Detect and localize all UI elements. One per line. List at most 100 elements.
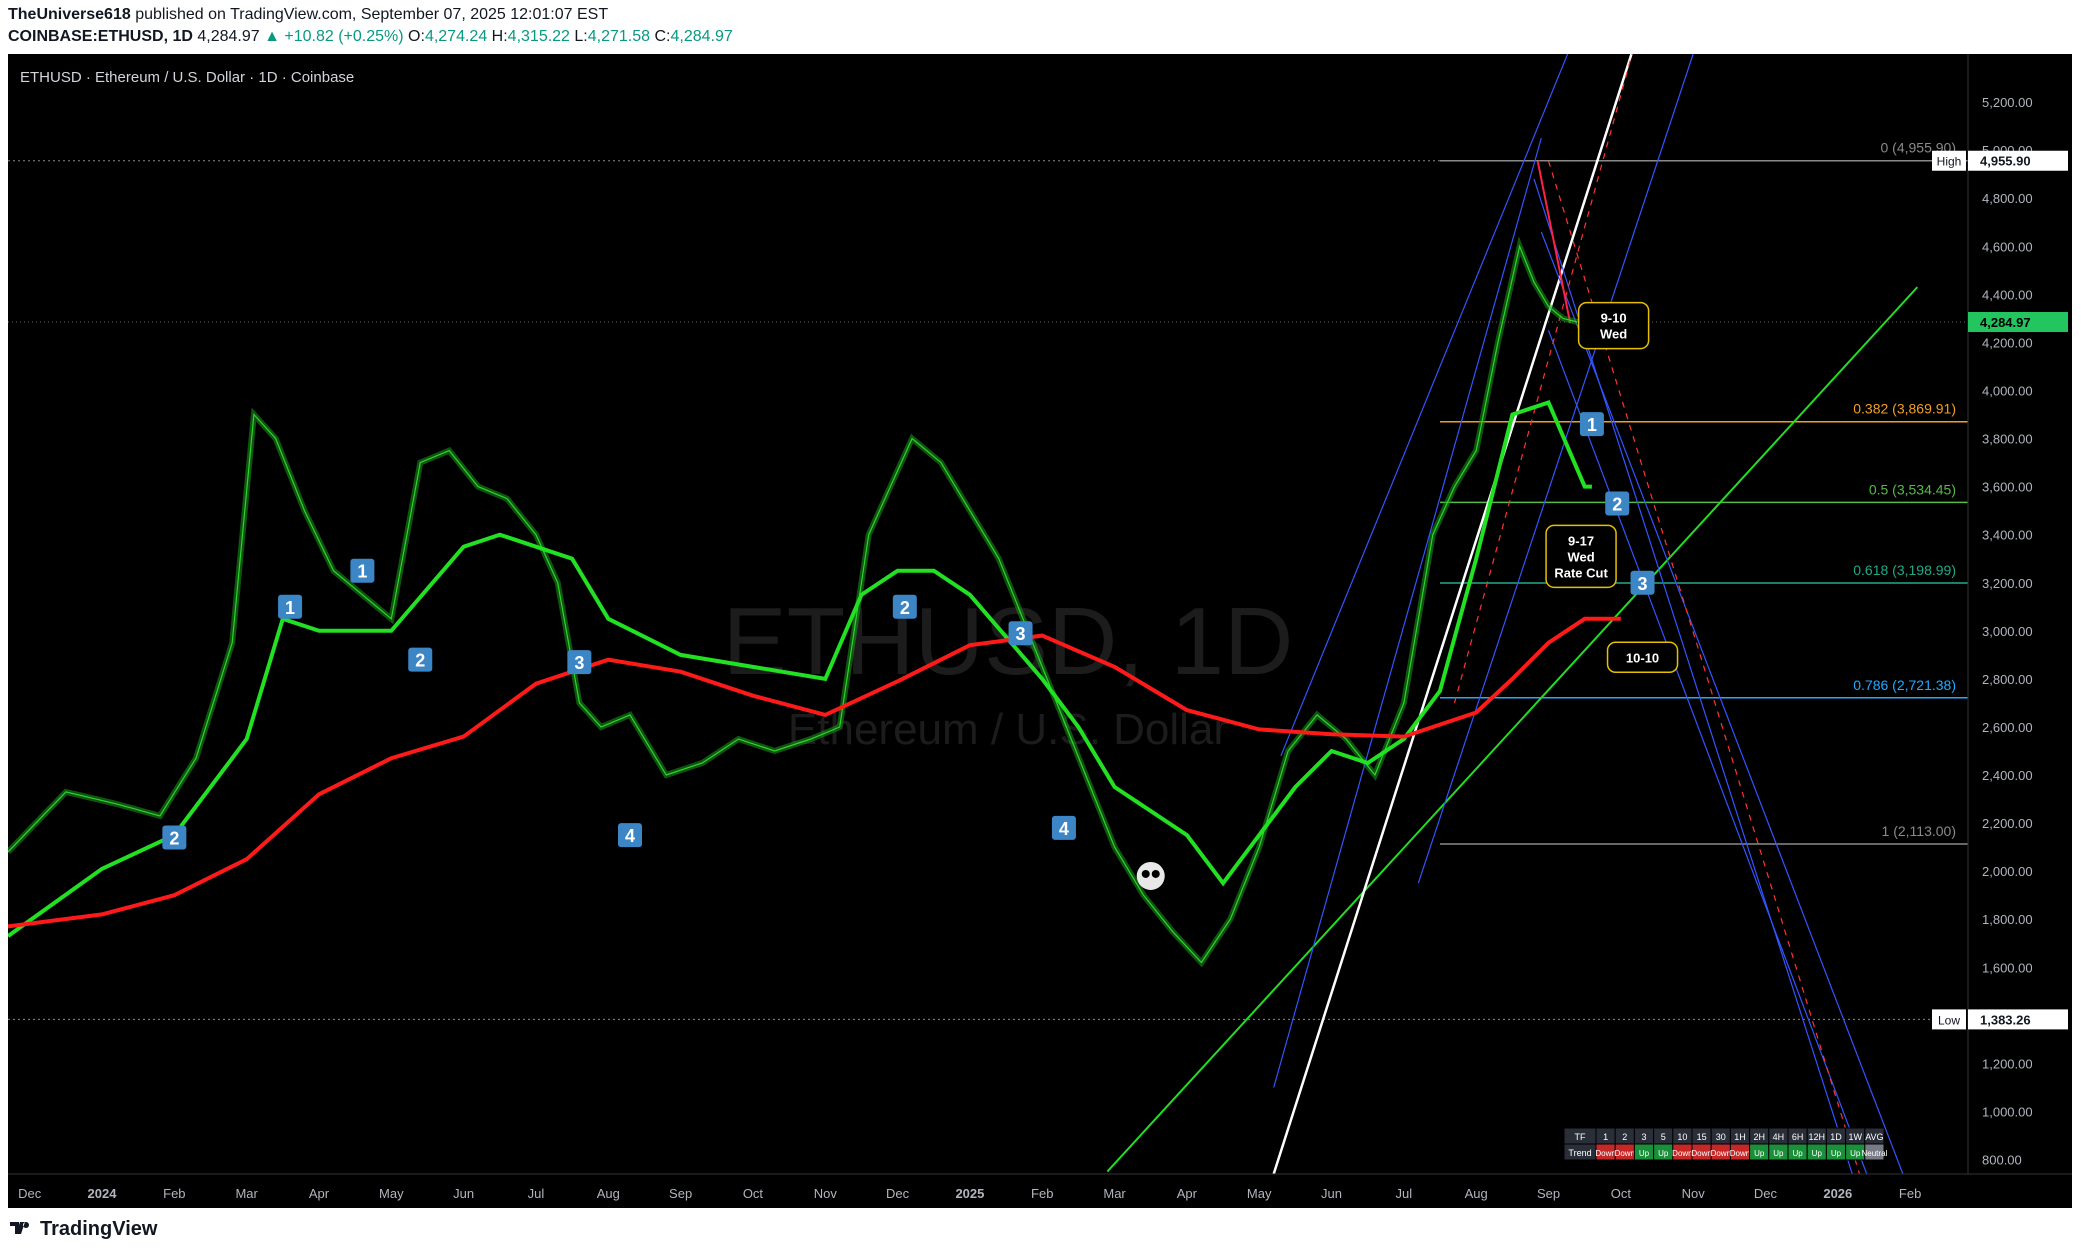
- wave-marker-label: 1: [285, 598, 295, 618]
- tradingview-logo[interactable]: TradingView: [10, 1218, 157, 1241]
- blue-channel-line[interactable]: [1273, 137, 1542, 1088]
- trend-table-header: 2H: [1753, 1132, 1765, 1142]
- price-tick-label: 5,200.00: [1982, 95, 2033, 110]
- trend-table-value: Down: [1595, 1149, 1615, 1158]
- callout-text: Wed: [1600, 327, 1627, 342]
- trend-table-value: Down: [1691, 1149, 1711, 1158]
- high-label: H:: [491, 28, 508, 45]
- trend-table-value: Neutral: [1862, 1149, 1888, 1158]
- time-tick-label: Jun: [453, 1186, 474, 1201]
- time-tick-label: Mar: [235, 1186, 258, 1201]
- price-tick-label: 2,400.00: [1982, 768, 2033, 783]
- blue-channel-line[interactable]: [1417, 53, 1694, 884]
- fib-level-label: 0.786 (2,721.38): [1853, 677, 1956, 693]
- time-tick-label: Apr: [309, 1186, 330, 1201]
- price-tick-label: 2,600.00: [1982, 720, 2033, 735]
- fib-level-label: 1 (2,113.00): [1882, 823, 1956, 839]
- trend-table-row-label: Trend: [1568, 1148, 1591, 1158]
- price-tick-label: 1,000.00: [1982, 1105, 2033, 1120]
- price-tick-label: 3,600.00: [1982, 480, 2033, 495]
- time-tick-label: Dec: [18, 1186, 42, 1201]
- price-tick-label: 4,200.00: [1982, 335, 2033, 350]
- price-tick-label: 800.00: [1982, 1153, 2022, 1168]
- blue-channel-line[interactable]: [1280, 29, 1579, 757]
- close-value: 4,284.97: [670, 28, 733, 45]
- wave-marker-label: 2: [900, 598, 910, 618]
- time-tick-label: Jun: [1321, 1186, 1342, 1201]
- blue-channel-line[interactable]: [1547, 330, 1868, 1175]
- price-tick-label: 4,400.00: [1982, 287, 2033, 302]
- symbol-ohlc: COINBASE:ETHUSD, 1D 4,284.97 ▲ +10.82 (+…: [8, 28, 733, 46]
- callout-text: Rate Cut: [1554, 565, 1608, 580]
- time-tick-label: Feb: [1899, 1186, 1921, 1201]
- callout-text: 10-10: [1626, 650, 1659, 665]
- time-tick-label: Feb: [163, 1186, 185, 1201]
- trend-table-header: 15: [1697, 1132, 1707, 1142]
- time-tick-label: 2026: [1823, 1186, 1852, 1201]
- price-tick-label: 3,400.00: [1982, 528, 2033, 543]
- time-tick-label: Dec: [1754, 1186, 1778, 1201]
- blue-channel-line[interactable]: [1540, 231, 1904, 1175]
- brand-name: TradingView: [40, 1218, 158, 1240]
- symbol-label: COINBASE:ETHUSD, 1D: [8, 28, 193, 45]
- fib-level-label: 0.618 (3,198.99): [1853, 562, 1956, 578]
- chart-svg[interactable]: ETHUSD, 1D Ethereum / U.S. Dollar 0 (4,9…: [5, 29, 2072, 1208]
- trend-table-header: 5: [1661, 1132, 1666, 1142]
- time-tick-label: Sep: [1537, 1186, 1560, 1201]
- author-name[interactable]: TheUniverse618: [8, 6, 131, 23]
- price-tick-label: 2,200.00: [1982, 816, 2033, 831]
- skull-eye: [1141, 869, 1150, 878]
- wave-marker-label: 2: [415, 651, 425, 671]
- price-tick-label: 4,600.00: [1982, 239, 2033, 254]
- white-trendline[interactable]: [1272, 41, 1637, 1175]
- tradingview-logo-icon: [10, 1222, 30, 1234]
- time-tick-label: Nov: [814, 1186, 838, 1201]
- callout-text: 9-10: [1601, 311, 1627, 326]
- callout-text: Wed: [1567, 549, 1594, 564]
- chart-legend-title: ETHUSD · Ethereum / U.S. Dollar · 1D · C…: [20, 69, 354, 86]
- price-tick-label: 2,000.00: [1982, 864, 2033, 879]
- time-tick-label: May: [379, 1186, 404, 1201]
- high-value: 4,315.22: [507, 28, 570, 45]
- publish-header: TheUniverse618 published on TradingView.…: [0, 0, 2081, 52]
- low-label: L:: [574, 28, 588, 45]
- trend-table-header: TF: [1575, 1132, 1586, 1142]
- publish-info: TheUniverse618 published on TradingView.…: [8, 6, 608, 24]
- publish-date: published on TradingView.com, September …: [135, 6, 609, 23]
- trend-table-header: 1: [1603, 1132, 1608, 1142]
- time-tick-label: Apr: [1177, 1186, 1198, 1201]
- price-tick-label: 3,000.00: [1982, 624, 2033, 639]
- trend-table-header: AVG: [1865, 1132, 1883, 1142]
- time-tick-label: Oct: [1611, 1186, 1632, 1201]
- trend-table-header: 6H: [1792, 1132, 1804, 1142]
- trend-table-header: 1H: [1734, 1132, 1746, 1142]
- trend-table-value: Down: [1615, 1149, 1635, 1158]
- callout-text: 9-17: [1568, 533, 1594, 548]
- price-tag-value: 1,383.26: [1980, 1012, 2031, 1027]
- chart-area[interactable]: ETHUSD, 1D Ethereum / U.S. Dollar 0 (4,9…: [5, 29, 2072, 1208]
- skull-eye: [1151, 869, 1160, 878]
- trend-table-value: Up: [1831, 1149, 1842, 1158]
- time-tick-label: Oct: [743, 1186, 764, 1201]
- watermark-name: Ethereum / U.S. Dollar: [788, 705, 1228, 754]
- wave-marker-label: 3: [574, 653, 584, 673]
- time-tick-label: Jul: [528, 1186, 545, 1201]
- price-tick-label: 1,600.00: [1982, 960, 2033, 975]
- fib-level-label: 0.382 (3,869.91): [1853, 401, 1956, 417]
- trend-table-value: Down: [1730, 1149, 1750, 1158]
- price-tick-label: 2,800.00: [1982, 672, 2033, 687]
- price-tag-label: High: [1937, 155, 1962, 169]
- trend-table-value: Up: [1754, 1149, 1765, 1158]
- time-tick-label: Feb: [1031, 1186, 1053, 1201]
- price-tick-label: 3,200.00: [1982, 576, 2033, 591]
- trend-table-header: 1D: [1830, 1132, 1842, 1142]
- wave-marker-label: 3: [1016, 624, 1026, 644]
- red-dashed-trendline[interactable]: [1453, 41, 1636, 704]
- low-value: 4,271.58: [587, 28, 651, 45]
- trend-table-header: 1W: [1848, 1132, 1862, 1142]
- trend-table-value: Up: [1658, 1149, 1669, 1158]
- wave-marker-label: 1: [357, 562, 367, 582]
- trend-table-header: 2: [1622, 1132, 1627, 1142]
- trend-table-header: 12H: [1809, 1132, 1826, 1142]
- time-tick-label: May: [1247, 1186, 1272, 1201]
